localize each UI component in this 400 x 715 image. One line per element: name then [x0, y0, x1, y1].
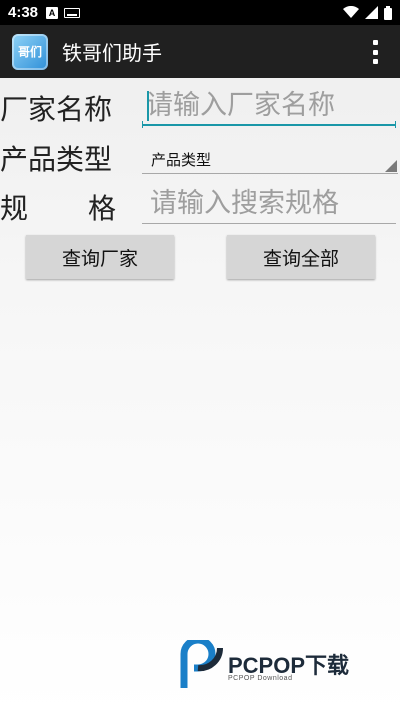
query-all-button[interactable]: 查询全部: [227, 235, 375, 279]
product-type-selected: 产品类型: [151, 151, 212, 169]
battery-icon: [384, 5, 392, 20]
app-icon-text: 哥们: [17, 45, 42, 59]
product-type-spinner[interactable]: 产品类型: [142, 144, 398, 174]
input-underline-edge: [395, 121, 396, 128]
spec-input[interactable]: [142, 184, 396, 224]
text-cursor: [147, 91, 149, 121]
input-underline-edge: [142, 121, 143, 128]
spec-label-right: 格: [88, 192, 117, 225]
product-type-label: 产品类型: [0, 143, 113, 176]
action-bar: 哥们 铁哥们助手: [0, 25, 400, 78]
keyboard-icon: [64, 7, 81, 18]
app-title: 铁哥们助手: [62, 41, 162, 65]
spec-label: 规格: [0, 187, 116, 227]
spec-label-left: 规: [0, 192, 29, 225]
overflow-menu-icon[interactable]: [372, 40, 378, 64]
query-factory-button[interactable]: 查询厂家: [26, 235, 174, 279]
watermark: PCPOP下载 PCPOP Download: [180, 640, 390, 690]
dropdown-arrow-icon: [385, 160, 397, 172]
factory-name-label: 厂家名称: [0, 93, 113, 126]
a-notification-icon: A: [46, 6, 59, 19]
app-icon: 哥们: [12, 33, 48, 70]
pcpop-logo-icon: [180, 640, 224, 688]
status-time: 4:38: [8, 4, 39, 21]
signal-icon: [365, 6, 378, 19]
watermark-subtitle: PCPOP Download: [228, 675, 293, 682]
status-bar: 4:38 A: [0, 0, 400, 25]
system-tray: [343, 5, 392, 20]
factory-name-input[interactable]: [142, 86, 396, 126]
wifi-icon: [343, 6, 359, 18]
